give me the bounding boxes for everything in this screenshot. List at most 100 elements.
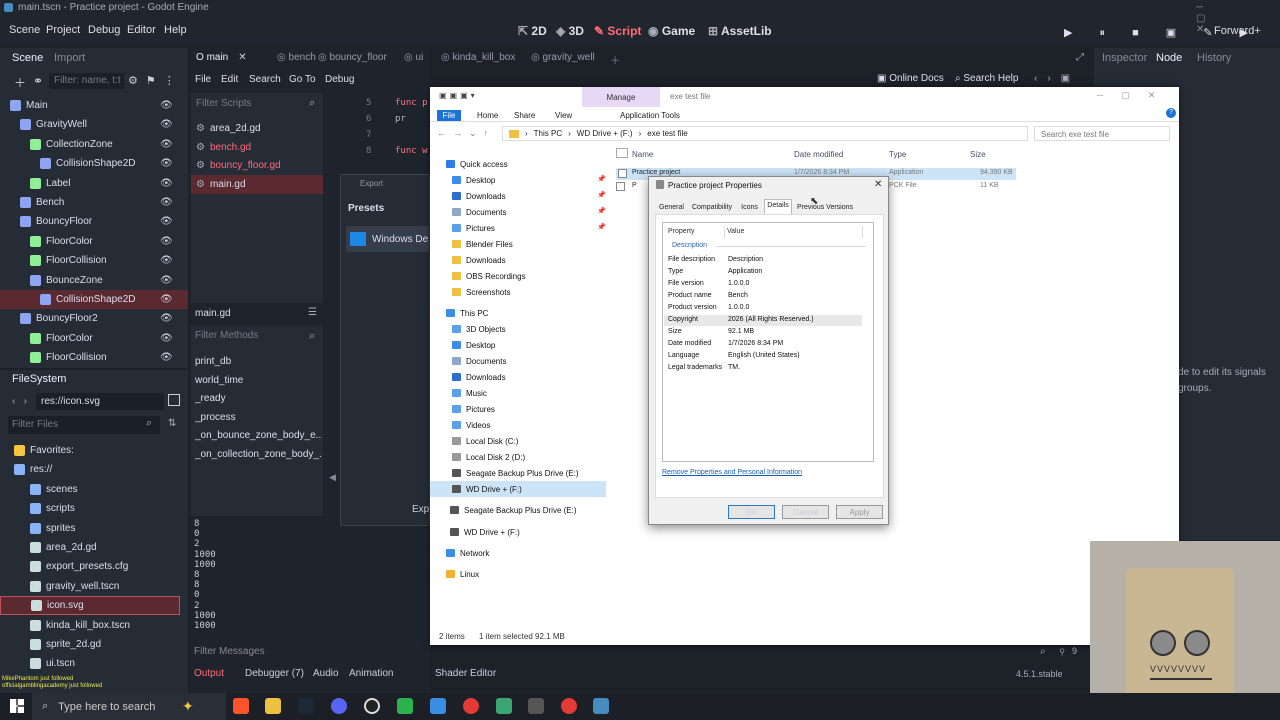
sort-icon[interactable]: ⇅: [168, 418, 176, 429]
menu-help[interactable]: Help: [164, 24, 187, 36]
app-icon[interactable]: [463, 698, 479, 714]
address-bar[interactable]: › This PC › WD Drive + (F:) › exe test file: [502, 126, 1028, 141]
explorer-search-input[interactable]: Search exe test file: [1034, 126, 1170, 141]
nav-item[interactable]: This PC: [446, 305, 488, 321]
filesystem-item[interactable]: area_2d.gd: [0, 538, 180, 557]
cancel-button[interactable]: Cancel: [782, 505, 829, 519]
search-help-button[interactable]: ⌕ Search Help: [955, 73, 1018, 84]
menu-project[interactable]: Project: [46, 24, 80, 36]
menu-debug[interactable]: Debug: [88, 24, 120, 36]
nav-item[interactable]: Pictures: [452, 220, 495, 236]
add-tab-icon[interactable]: ＋: [610, 52, 620, 67]
method-item[interactable]: print_db: [195, 352, 321, 371]
brave-icon[interactable]: [233, 698, 249, 714]
method-item[interactable]: _on_collection_zone_body_...: [195, 445, 321, 464]
mode-3d-button[interactable]: ◈ 3D: [556, 24, 584, 38]
visibility-eye-icon[interactable]: 👁: [160, 139, 173, 150]
godot-taskbar-icon[interactable]: [593, 698, 609, 714]
taskbar-search-box[interactable]: ⌕ Type here to search: [32, 693, 226, 720]
app-icon[interactable]: [430, 698, 446, 714]
scene-tree-node[interactable]: BouncyFloor 👁: [0, 212, 188, 231]
nav-item[interactable]: Network: [446, 545, 489, 561]
visibility-eye-icon[interactable]: 👁: [160, 294, 173, 305]
property-header[interactable]: Property: [668, 228, 694, 235]
export-preset-item[interactable]: Windows De: [346, 226, 430, 252]
dialog-tab-previous-versions[interactable]: Previous Versions: [795, 202, 855, 214]
export-button[interactable]: Exp: [412, 504, 429, 515]
visibility-eye-icon[interactable]: 👁: [160, 255, 173, 266]
scene-filter-input[interactable]: Filter: name, t:t: [49, 73, 124, 89]
scene-tree-node[interactable]: Label 👁: [0, 174, 188, 193]
scene-tree-node[interactable]: CollisionShape2D 👁: [0, 290, 188, 309]
nav-item[interactable]: WD Drive + (F:): [450, 524, 520, 540]
filter-methods-input[interactable]: Filter Methods: [195, 330, 258, 341]
visibility-eye-icon[interactable]: 👁: [160, 275, 173, 286]
scene-tree-node[interactable]: BouncyFloor2 👁: [0, 309, 188, 328]
pin-icon[interactable]: 📌: [597, 207, 606, 215]
file-explorer-icon[interactable]: [265, 698, 281, 714]
filesystem-item[interactable]: scripts: [0, 499, 180, 518]
scene-tree-node[interactable]: BounceZone 👁: [0, 271, 188, 290]
app-icon[interactable]: [496, 698, 512, 714]
filter-scripts-input[interactable]: Filter Scripts: [194, 97, 320, 112]
editor-tab-main[interactable]: O main ✕: [196, 52, 247, 63]
history-arrows[interactable]: ‹ ›: [12, 396, 27, 407]
nav-item[interactable]: Local Disk (C:): [452, 433, 518, 449]
visibility-eye-icon[interactable]: 👁: [160, 197, 173, 208]
visibility-eye-icon[interactable]: 👁: [160, 178, 173, 189]
explorer-nav-arrows[interactable]: ←→⌄↑: [437, 128, 495, 139]
quick-access-toolbar-icons[interactable]: ▣▣▣▾: [439, 91, 478, 100]
visibility-eye-icon[interactable]: 👁: [160, 236, 173, 247]
method-item[interactable]: world_time: [195, 371, 321, 390]
renderer-select[interactable]: Forward+: [1214, 25, 1261, 37]
filesystem-item[interactable]: res://: [0, 460, 180, 479]
nav-arrows[interactable]: ‹›▣: [1034, 73, 1080, 84]
nav-item[interactable]: Downloads: [452, 252, 506, 268]
scene-tree-node[interactable]: FloorColor 👁: [0, 329, 188, 348]
filesystem-item[interactable]: scenes: [0, 480, 180, 499]
filesystem-item[interactable]: ui.tscn: [0, 654, 180, 673]
filesystem-item[interactable]: Favorites:: [0, 441, 180, 460]
explorer-window-controls[interactable]: ─▢✕: [1097, 90, 1173, 101]
visibility-eye-icon[interactable]: 👁: [160, 313, 173, 324]
visibility-eye-icon[interactable]: 👁: [160, 352, 173, 363]
bottom-tab-output[interactable]: Output: [194, 668, 224, 679]
file-checkbox[interactable]: [618, 169, 627, 178]
filesystem-item[interactable]: export_presets.cfg: [0, 557, 180, 576]
pin-icon[interactable]: 📌: [597, 175, 606, 183]
help-icon[interactable]: ?: [1166, 108, 1176, 118]
apply-button[interactable]: Apply: [836, 505, 883, 519]
nav-item[interactable]: Blender Files: [452, 236, 513, 252]
fullscreen-icon[interactable]: ⤢: [1076, 52, 1084, 63]
column-size[interactable]: Size: [970, 150, 986, 159]
select-all-checkbox[interactable]: [616, 148, 628, 158]
nav-item[interactable]: Desktop: [452, 337, 495, 353]
bottom-tab-animation[interactable]: Animation: [349, 668, 393, 679]
nav-item[interactable]: OBS Recordings: [452, 268, 526, 284]
nav-item[interactable]: Linux: [446, 566, 479, 582]
split-view-icon[interactable]: [168, 394, 180, 406]
tab-node[interactable]: Node: [1156, 52, 1182, 64]
editor-tab-ui[interactable]: ◎ ui: [404, 52, 423, 63]
file-checkbox[interactable]: [616, 182, 625, 191]
nav-item[interactable]: Documents: [452, 353, 506, 369]
nav-item[interactable]: Downloads: [452, 369, 506, 385]
nav-item[interactable]: Quick access: [446, 156, 508, 172]
manage-tab[interactable]: Manage: [582, 87, 660, 107]
visibility-eye-icon[interactable]: 👁: [160, 158, 173, 169]
steam-icon[interactable]: [298, 698, 314, 714]
mode-game-button[interactable]: ◉ Game: [648, 24, 695, 38]
nav-item[interactable]: Downloads: [452, 188, 506, 204]
script-list-item[interactable]: ⚙ main.gd: [191, 174, 323, 194]
nav-item[interactable]: Local Disk 2 (D:): [452, 449, 525, 465]
script-menu-search[interactable]: Search: [249, 74, 281, 85]
visibility-eye-icon[interactable]: 👁: [160, 100, 173, 111]
column-name[interactable]: Name: [632, 150, 653, 159]
dialog-close-button[interactable]: ✕: [874, 179, 882, 190]
filesystem-item[interactable]: sprites: [0, 519, 180, 538]
link-icon[interactable]: ⚭: [33, 74, 43, 88]
bottom-tab-shader-editor[interactable]: Shader Editor: [435, 668, 496, 679]
scene-tools-icons[interactable]: ⚙⚑⋮: [128, 74, 183, 87]
column-date-modified[interactable]: Date modified: [794, 150, 843, 159]
filesystem-item[interactable]: kinda_kill_box.tscn: [0, 616, 180, 635]
